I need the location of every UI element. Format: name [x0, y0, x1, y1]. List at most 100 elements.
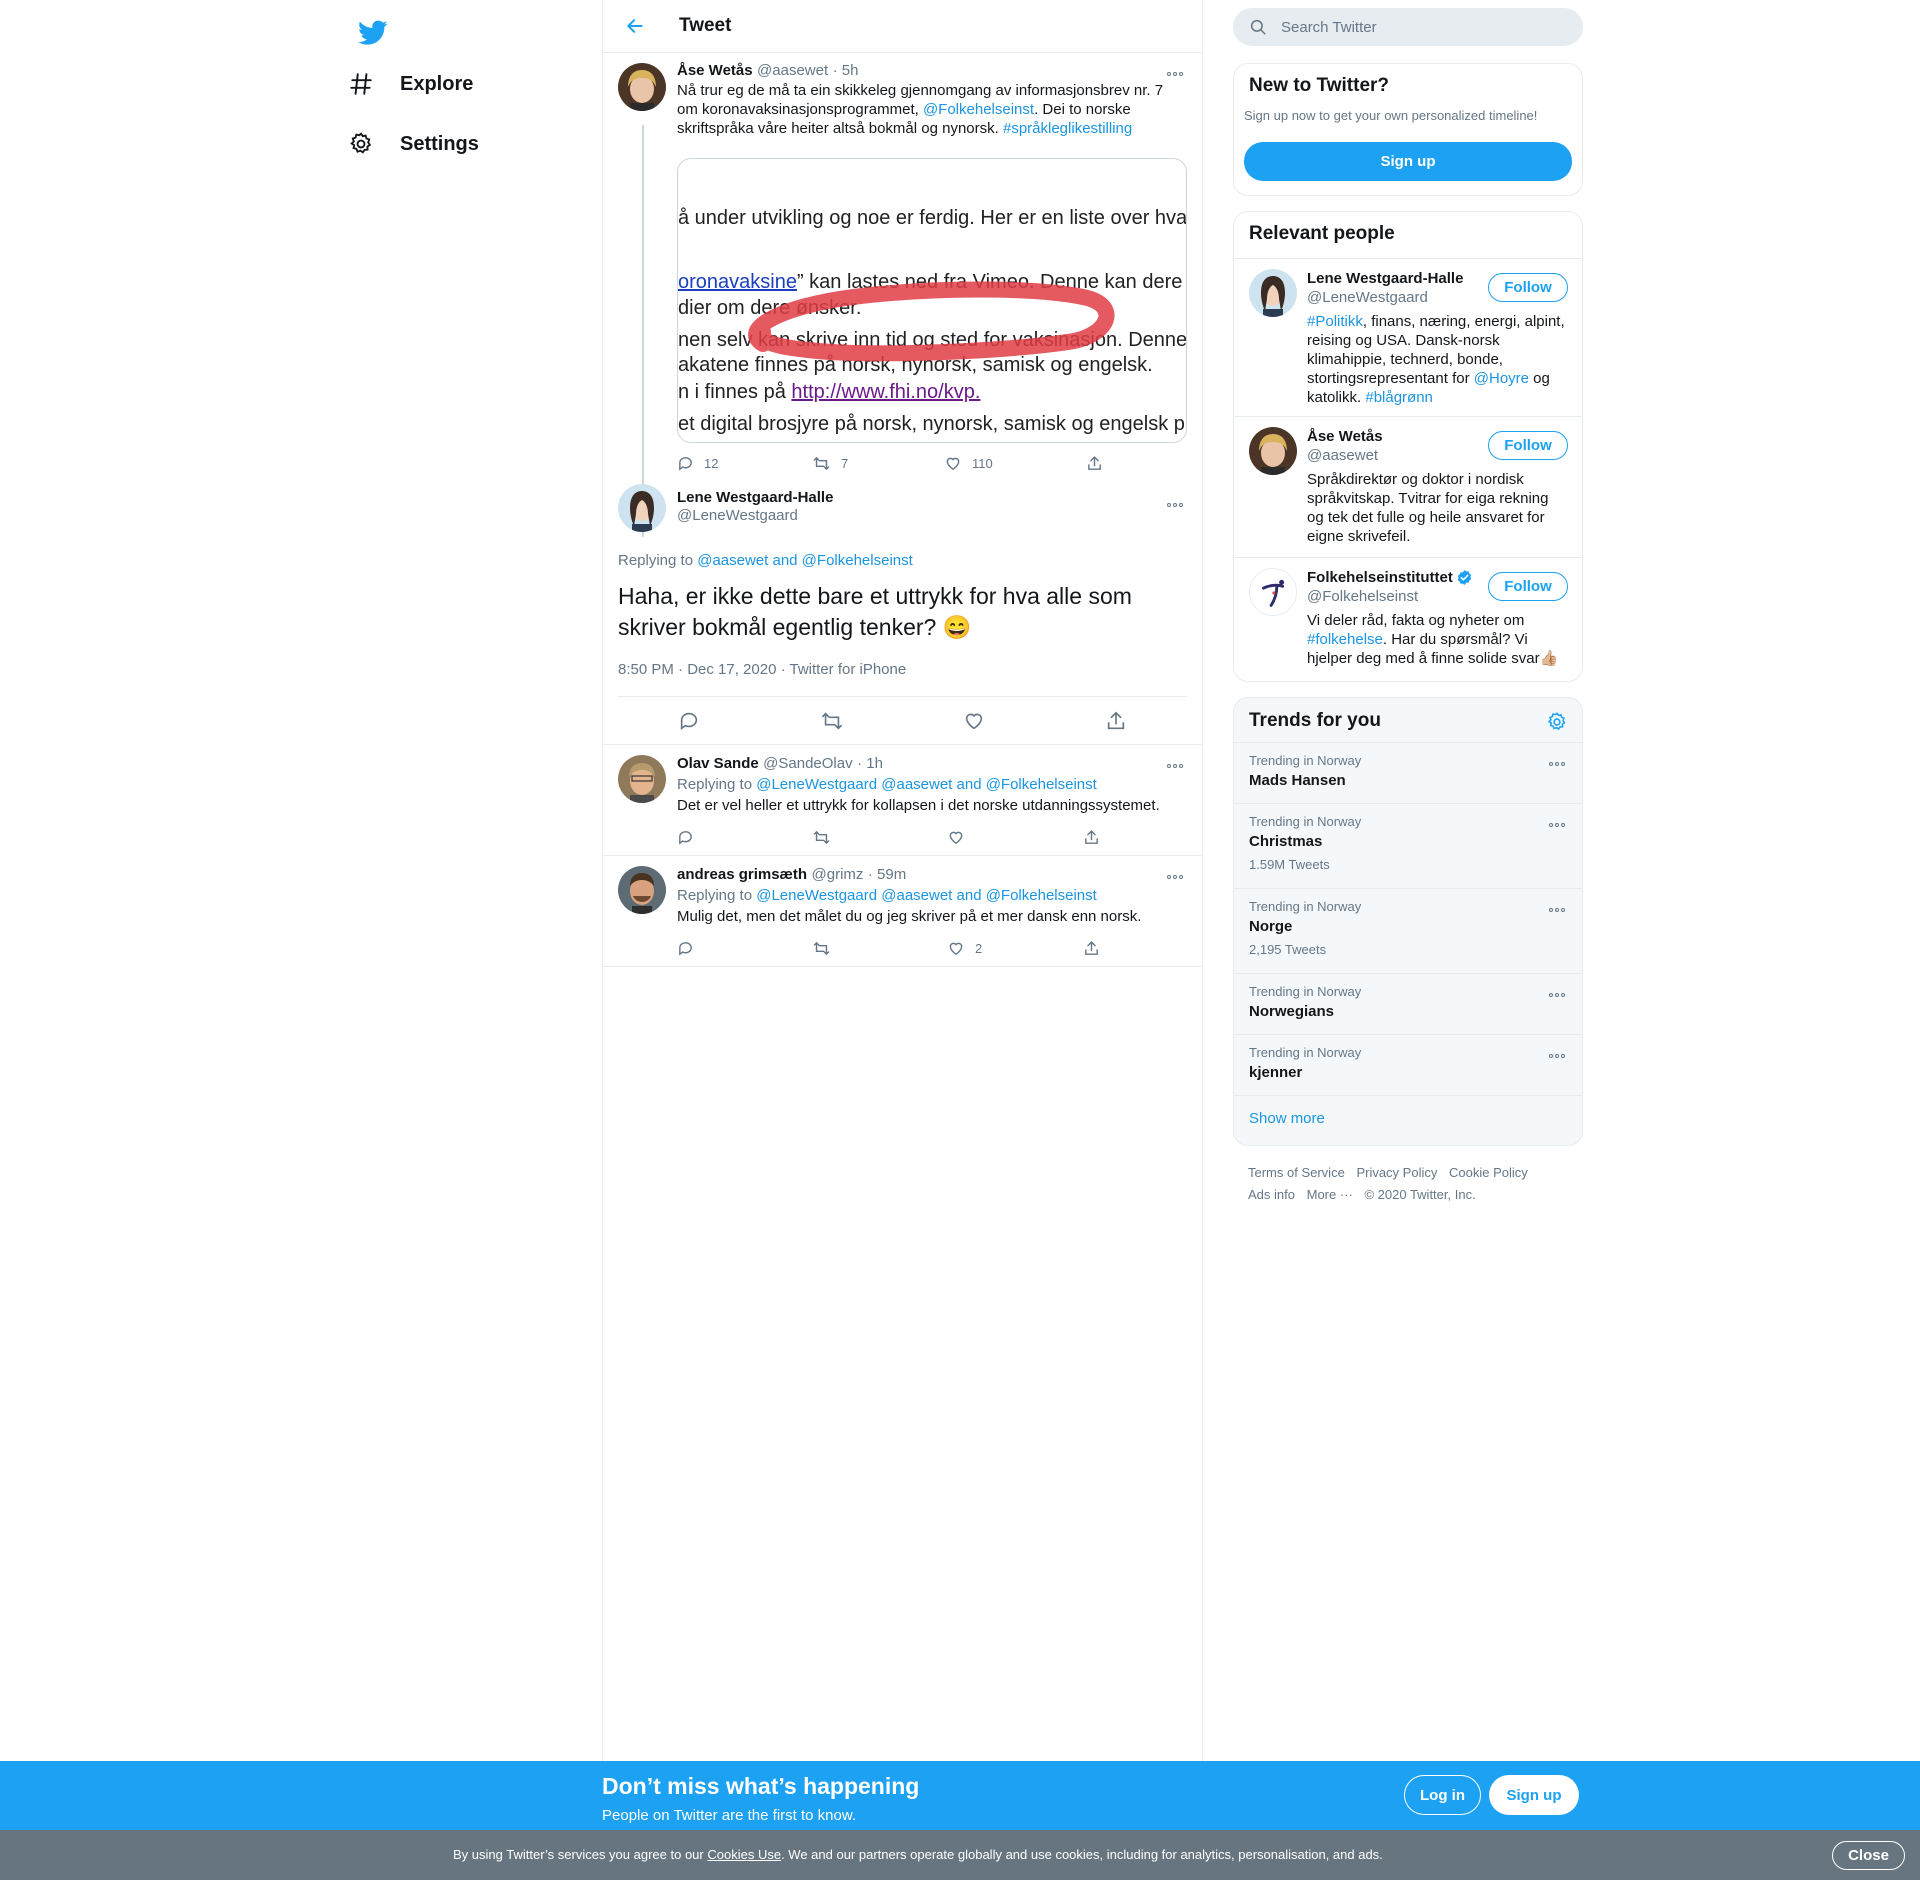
thread-connector-line	[642, 125, 644, 537]
tweet-text: Det er vel heller et uttrykk for kollaps…	[677, 797, 1160, 814]
more-options-icon[interactable]	[1164, 67, 1186, 81]
nav-settings[interactable]: Settings	[344, 119, 479, 169]
reply-button[interactable]	[677, 829, 812, 846]
author-name[interactable]: Olav Sande	[677, 755, 759, 772]
more-options-icon[interactable]	[1546, 988, 1568, 1002]
retweet-icon	[813, 830, 830, 844]
follow-button[interactable]: Follow	[1488, 273, 1568, 302]
author-handle[interactable]: @SandeOlav	[763, 755, 852, 772]
avatar[interactable]	[618, 755, 666, 803]
share-button[interactable]	[1083, 940, 1110, 957]
footer-link[interactable]: More ···	[1307, 1187, 1353, 1202]
person-item[interactable]: Lene Westgaard-Halle @LeneWestgaard #Pol…	[1234, 258, 1582, 416]
author-name[interactable]: Lene Westgaard-Halle	[677, 489, 1187, 506]
author-name[interactable]: andreas grimsæth	[677, 866, 807, 883]
avatar[interactable]	[618, 866, 666, 914]
person-item[interactable]: Folkehelseinstituttet @Folkehelseinst Vi…	[1234, 557, 1582, 681]
follow-button[interactable]: Follow	[1488, 572, 1568, 601]
reply-button[interactable]: 12	[677, 455, 812, 472]
share-icon	[1088, 455, 1101, 470]
more-options-icon[interactable]	[1546, 903, 1568, 917]
avatar[interactable]	[1249, 568, 1297, 616]
more-options-icon[interactable]	[1164, 498, 1186, 512]
share-button[interactable]	[1083, 829, 1110, 846]
more-options-icon[interactable]	[1164, 759, 1186, 773]
more-options-icon[interactable]	[1546, 818, 1568, 832]
share-button[interactable]	[1086, 455, 1113, 472]
show-more-link[interactable]: Show more	[1234, 1095, 1582, 1141]
avatar[interactable]	[1249, 269, 1297, 317]
back-arrow-icon[interactable]	[615, 6, 655, 46]
avatar[interactable]	[618, 63, 666, 111]
replying-to-link[interactable]: @LeneWestgaard @aasewet and @Folkehelsei…	[756, 887, 1097, 904]
trend-item[interactable]: Trending in Norway Mads Hansen	[1234, 742, 1582, 803]
parent-tweet[interactable]: Åse Wetås @aasewet · 5h Nå trur eg de må…	[603, 53, 1202, 537]
footer-link[interactable]: Terms of Service	[1248, 1165, 1345, 1180]
author-handle[interactable]: @aasewet	[757, 62, 828, 79]
retweet-button[interactable]	[812, 940, 947, 957]
footer-link[interactable]: Cookie Policy	[1449, 1165, 1528, 1180]
mention-link[interactable]: @Folkehelseinst	[923, 101, 1034, 118]
search-box[interactable]	[1233, 8, 1583, 46]
share-icon[interactable]	[1105, 710, 1127, 732]
trend-item[interactable]: Trending in Norway Norwegians	[1234, 973, 1582, 1034]
footer-link[interactable]: Ads info	[1248, 1187, 1295, 1202]
retweet-button[interactable]: 7	[812, 455, 944, 472]
replying-to-link[interactable]: @LeneWestgaard @aasewet and @Folkehelsei…	[756, 776, 1097, 793]
heart-icon[interactable]	[963, 710, 985, 732]
reply-tweet[interactable]: Olav Sande @SandeOlav · 1h Replying to @…	[603, 745, 1202, 856]
gear-icon	[344, 127, 378, 161]
tweet-image[interactable]: å under utvikling og noe er ferdig. Her …	[677, 158, 1187, 443]
like-button[interactable]	[947, 829, 1083, 846]
more-options-icon[interactable]	[1546, 757, 1568, 771]
close-button[interactable]: Close	[1832, 1841, 1905, 1870]
tweet-time[interactable]: · 1h	[857, 755, 883, 772]
hashtag-link[interactable]: #blågrønn	[1365, 389, 1433, 406]
cookies-use-link[interactable]: Cookies Use	[707, 1847, 781, 1862]
follow-button[interactable]: Follow	[1488, 431, 1568, 460]
gear-icon[interactable]	[1546, 711, 1568, 733]
twitter-logo-icon[interactable]	[350, 10, 396, 56]
author-name[interactable]: Åse Wetås	[677, 62, 753, 79]
footer-link[interactable]: Privacy Policy	[1356, 1165, 1437, 1180]
nav-explore[interactable]: Explore	[344, 59, 473, 109]
avatar[interactable]	[618, 484, 666, 532]
trend-item[interactable]: Trending in Norway kjenner	[1234, 1034, 1582, 1095]
reply-icon[interactable]	[678, 710, 700, 732]
retweet-icon[interactable]	[820, 710, 844, 732]
mention-link[interactable]: @Hoyre	[1474, 370, 1529, 387]
more-options-icon[interactable]	[1546, 1049, 1568, 1063]
verified-badge-icon	[1456, 569, 1473, 586]
tweet-time[interactable]: · 5h	[833, 62, 859, 79]
reply-tweet[interactable]: andreas grimsæth @grimz · 59m Replying t…	[603, 856, 1202, 967]
author-handle[interactable]: @grimz	[812, 866, 864, 883]
trend-item[interactable]: Trending in Norway Christmas 1.59M Tweet…	[1234, 803, 1582, 888]
more-options-icon[interactable]	[1164, 870, 1186, 884]
tweet-actions: 2	[677, 938, 1187, 958]
hashtag-link[interactable]: #Politikk	[1307, 313, 1363, 330]
signup-button[interactable]: Sign up	[1489, 1775, 1579, 1815]
share-icon	[1085, 829, 1098, 844]
login-button[interactable]: Log in	[1404, 1775, 1481, 1815]
focus-tweet: Lene Westgaard-Halle @LeneWestgaard Repl…	[603, 484, 1202, 745]
nav-explore-label: Explore	[400, 72, 474, 95]
hashtag-link[interactable]: #folkehelse	[1307, 631, 1383, 648]
search-input[interactable]	[1281, 18, 1561, 36]
author-handle[interactable]: @LeneWestgaard	[677, 507, 1187, 524]
tweet-time[interactable]: · 59m	[868, 866, 906, 883]
person-name[interactable]: Folkehelseinstituttet	[1307, 568, 1453, 587]
like-button[interactable]: 2	[947, 940, 1083, 957]
tweet-meta[interactable]: 8:50 PM · Dec 17, 2020 · Twitter for iPh…	[618, 661, 1187, 697]
trend-item[interactable]: Trending in Norway Norge 2,195 Tweets	[1234, 888, 1582, 973]
signup-button[interactable]: Sign up	[1244, 142, 1572, 181]
avatar[interactable]	[1249, 427, 1297, 475]
trend-context: Trending in Norway	[1249, 1045, 1362, 1060]
reply-button[interactable]	[677, 940, 812, 957]
hashtag-link[interactable]: #språkleglikestilling	[1003, 120, 1132, 137]
person-item[interactable]: Åse Wetås @aasewet Språkdirektør og dokt…	[1234, 416, 1582, 557]
retweet-button[interactable]	[812, 829, 947, 846]
like-button[interactable]: 110	[944, 455, 1086, 472]
footer-links: Terms of Service Privacy Policy Cookie P…	[1248, 1162, 1578, 1206]
trend-context: Trending in Norway	[1249, 984, 1362, 999]
replying-to-link[interactable]: @aasewet and @Folkehelseinst	[697, 552, 913, 569]
